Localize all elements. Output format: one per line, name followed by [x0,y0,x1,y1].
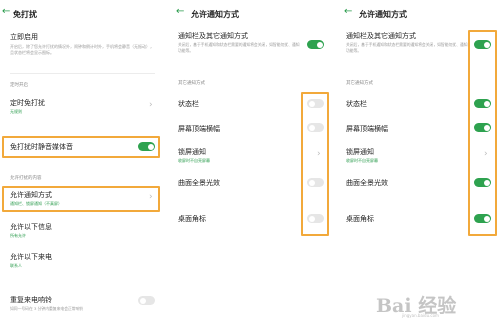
row-notify-title: 通知栏及其它通知方式 [346,32,416,40]
watermark-url: jingyan.baidu.com [402,313,439,318]
row-repeat-call-title: 重复来电响铃 [10,296,52,304]
statusbar-toggle[interactable] [307,99,324,108]
divider [10,73,155,74]
row-enable-now-desc: 开启后，除了您允许打扰的情况外，闹钟和倒计时外，手机将会静音（无振动），且状态栏… [10,44,154,55]
row-allow-calls-title[interactable]: 允许以下来电 [10,252,52,262]
row-lockscreen-title[interactable]: 锁屏通知 [178,147,206,157]
mute-media-toggle[interactable] [138,142,155,151]
row-lockscreen-sub: 收屏时不自亮屏幕 [346,158,378,163]
chevron-right-icon[interactable]: › [149,101,153,110]
row-notify-desc: 关闭后，基于手机通知和状态栏需要的通知将会关闭，如智能勿扰、通知功能等。 [178,42,300,53]
row-allow-notify-title[interactable]: 允许通知方式 [10,190,52,200]
row-allow-notify-sub: 通知栏、锁屏通知（不真屏） [10,201,62,206]
row-mute-media-title: 免打扰时静音媒体音 [10,143,73,151]
badge-toggle[interactable] [307,214,324,223]
row-lockscreen-sub: 收屏时不自亮屏幕 [178,158,210,163]
row-notify-title: 通知栏及其它通知方式 [178,32,248,40]
repeat-call-toggle[interactable] [138,296,155,305]
page-title: 允许通知方式 [191,10,239,19]
row-badge-title: 桌面角标 [346,215,374,223]
back-arrow-icon[interactable]: ← [176,7,184,17]
row-curve-title: 曲面全景光效 [178,179,220,187]
row-allow-messages-title[interactable]: 允许以下信息 [10,222,52,232]
row-scheduled-title[interactable]: 定时免打扰 [10,98,45,108]
page-title: 允许通知方式 [359,10,407,19]
statusbar-toggle[interactable] [474,99,491,108]
row-banner-title: 屏幕顶端横幅 [346,125,388,133]
banner-toggle[interactable] [474,123,491,132]
badge-toggle[interactable] [474,214,491,223]
notify-toggle[interactable] [474,40,491,49]
row-scheduled-sub: 无规则 [10,109,22,114]
page-title: 免打扰 [13,10,37,19]
row-badge-title: 桌面角标 [178,215,206,223]
curve-light-toggle[interactable] [474,178,491,187]
back-arrow-icon[interactable]: ← [344,7,352,17]
row-enable-now-title[interactable]: 立即启用 [10,32,38,42]
row-allow-messages-sub: 所有允许 [10,233,26,238]
notify-toggle[interactable] [307,40,324,49]
panel-do-not-disturb: ← 免打扰 立即启用 开启后，除了您允许打扰的情况外，闹钟和倒计时外，手机将会静… [0,0,165,333]
section-allowed: 允许打扰的内容 [10,176,42,181]
row-banner-title: 屏幕顶端横幅 [178,125,220,133]
row-lockscreen-title[interactable]: 锁屏通知 [346,147,374,157]
chevron-right-icon[interactable]: › [317,150,321,159]
section-other: 其它通知方式 [178,81,205,86]
baidu-jingyan-watermark: Bai 经验 jingyan.baidu.com [376,291,486,321]
section-scheduled: 定时开启 [10,83,28,88]
row-notify-desc: 关闭后，基于手机通知和状态栏需要的通知将会关闭，如智能勿扰、通知功能等。 [346,42,468,53]
banner-toggle[interactable] [307,123,324,132]
row-statusbar-title: 状态栏 [346,100,367,108]
back-arrow-icon[interactable]: ← [2,7,10,17]
chevron-right-icon[interactable]: › [149,193,153,202]
highlight-toggles [468,30,497,236]
row-statusbar-title: 状态栏 [178,100,199,108]
panel-allow-notify-after: ← 允许通知方式 通知栏及其它通知方式 关闭后，基于手机通知和状态栏需要的通知将… [338,0,500,333]
panel-allow-notify-before: ← 允许通知方式 通知栏及其它通知方式 关闭后，基于手机通知和状态栏需要的通知将… [170,0,332,333]
row-curve-title: 曲面全景光效 [346,179,388,187]
section-other: 其它通知方式 [346,81,373,86]
row-repeat-call-sub: 如同一号码在 3 分钟内重复来电会正常响铃 [10,306,84,311]
row-allow-calls-sub: 联系人 [10,263,22,268]
chevron-right-icon[interactable]: › [484,150,488,159]
curve-light-toggle[interactable] [307,178,324,187]
